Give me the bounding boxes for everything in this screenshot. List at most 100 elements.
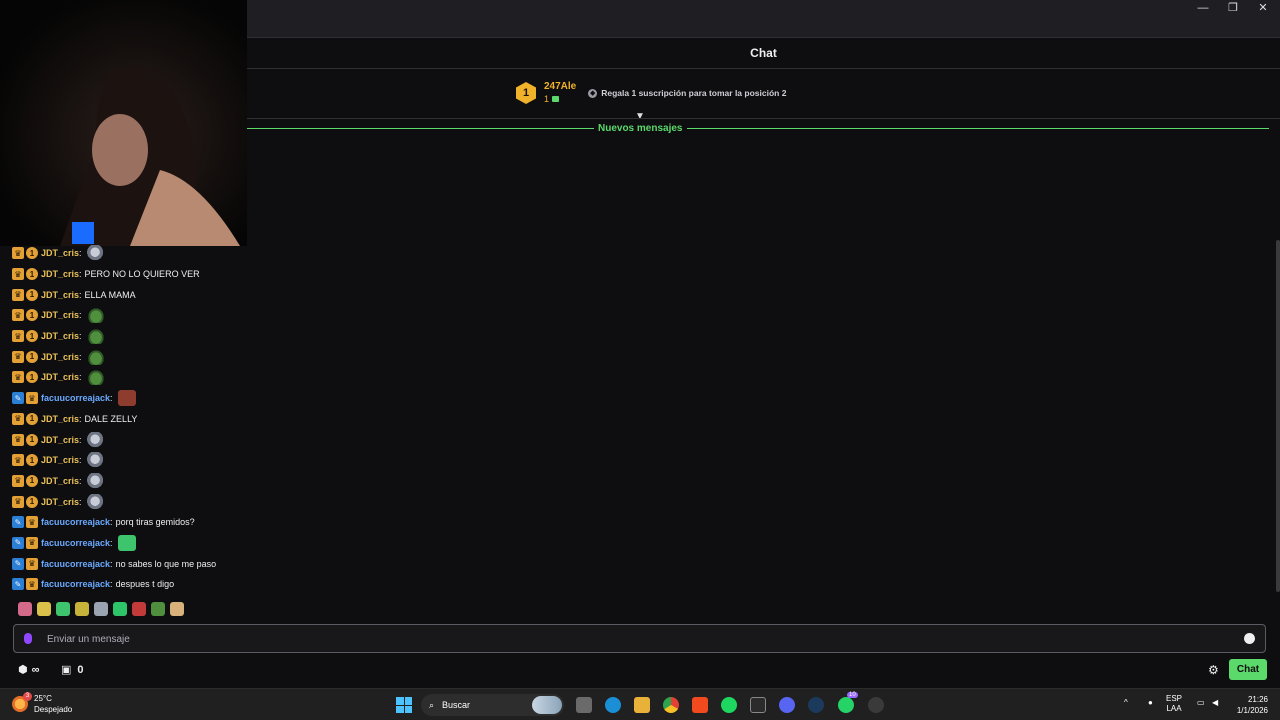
taskbar-search[interactable]: ⌕ Buscar (421, 694, 564, 716)
bits-button[interactable]: ⬢ ∞ (18, 663, 39, 677)
rat-emote-icon[interactable] (86, 472, 105, 489)
crown-badge-icon[interactable]: ♛ (26, 392, 38, 405)
message-username[interactable]: JDT_cris (41, 269, 79, 279)
chat-input[interactable] (47, 630, 1227, 648)
obs-icon[interactable] (868, 697, 884, 713)
quick-emote-icon[interactable] (132, 602, 146, 616)
frog-emote-icon[interactable] (86, 307, 105, 324)
coin-badge-icon[interactable]: 1 (26, 412, 38, 425)
message-username[interactable]: JDT_cris (41, 476, 79, 486)
coin-badge-icon[interactable]: 1 (26, 454, 38, 467)
epic-games-icon[interactable] (750, 697, 766, 713)
microphone-icon[interactable] (24, 633, 32, 644)
steam-icon[interactable] (808, 697, 824, 713)
chrome-icon[interactable] (663, 697, 679, 713)
crown-badge-icon[interactable]: ♛ (12, 371, 24, 384)
volume-icon[interactable]: ◀ (1212, 698, 1218, 708)
task-view-icon[interactable] (576, 697, 592, 713)
tool-badge-icon[interactable]: ✎ (12, 392, 24, 405)
maximize-button[interactable]: ❐ (1218, 0, 1248, 16)
message-username[interactable]: facuucorreajack (41, 517, 110, 527)
message-username[interactable]: JDT_cris (41, 310, 79, 320)
message-username[interactable]: JDT_cris (41, 372, 79, 382)
coin-badge-icon[interactable]: 1 (26, 371, 38, 384)
message-username[interactable]: JDT_cris (41, 435, 79, 445)
chat-settings-gear-icon[interactable]: ⚙ (1208, 663, 1219, 677)
crown-badge-icon[interactable]: ♛ (12, 454, 24, 467)
crown-badge-icon[interactable]: ♛ (12, 268, 24, 281)
face-emote-icon[interactable] (117, 390, 136, 407)
discord-icon[interactable] (779, 697, 795, 713)
tray-chevron-icon[interactable]: ^ (1124, 698, 1128, 708)
quick-emote-icon[interactable] (37, 602, 51, 616)
message-username[interactable]: JDT_cris (41, 352, 79, 362)
tool-badge-icon[interactable]: ✎ (12, 536, 24, 549)
coin-badge-icon[interactable]: 1 (26, 247, 38, 260)
quick-emote-icon[interactable] (94, 602, 108, 616)
coin-badge-icon[interactable]: 1 (26, 288, 38, 301)
quick-emote-icon[interactable] (170, 602, 184, 616)
crown-badge-icon[interactable]: ♛ (26, 516, 38, 529)
crown-badge-icon[interactable]: ♛ (26, 536, 38, 549)
message-username[interactable]: facuucorreajack (41, 559, 110, 569)
message-username[interactable]: JDT_cris (41, 455, 79, 465)
crown-badge-icon[interactable]: ♛ (12, 247, 24, 260)
new-messages-label[interactable]: Nuevos mensajes (594, 122, 687, 135)
quick-emote-icon[interactable] (18, 602, 32, 616)
message-username[interactable]: JDT_cris (41, 497, 79, 507)
coin-badge-icon[interactable]: 1 (26, 268, 38, 281)
tool-badge-icon[interactable]: ✎ (12, 578, 24, 591)
brave-browser-icon[interactable] (692, 697, 708, 713)
message-username[interactable]: JDT_cris (41, 290, 79, 300)
coin-badge-icon[interactable]: 1 (26, 309, 38, 322)
coin-badge-icon[interactable]: 1 (26, 350, 38, 363)
rat-emote-icon[interactable] (86, 431, 105, 448)
quick-emote-icon[interactable] (113, 602, 127, 616)
coin-badge-icon[interactable]: 1 (26, 474, 38, 487)
tool-badge-icon[interactable]: ✎ (12, 516, 24, 529)
channel-points-button[interactable]: ▣ 0 (61, 663, 84, 677)
crown-badge-icon[interactable]: ♛ (12, 433, 24, 446)
message-username[interactable]: facuucorreajack (41, 393, 110, 403)
weather-widget[interactable]: 3 25°C Despejado (12, 692, 72, 715)
file-explorer-icon[interactable] (634, 697, 650, 713)
frog-emote-icon[interactable] (86, 348, 105, 365)
crown-badge-icon[interactable]: ♛ (12, 350, 24, 363)
message-username[interactable]: facuucorreajack (41, 538, 110, 548)
windows-start-icon[interactable] (396, 697, 412, 713)
language-indicator[interactable]: ESP LAA (1166, 694, 1182, 714)
crown-badge-icon[interactable]: ♛ (12, 474, 24, 487)
collapse-chevron-icon[interactable]: ▼ (634, 112, 646, 122)
rat-emote-icon[interactable] (86, 245, 105, 262)
crown-badge-icon[interactable]: ♛ (12, 288, 24, 301)
minimize-button[interactable]: — (1188, 0, 1218, 16)
crown-badge-icon[interactable]: ♛ (12, 495, 24, 508)
green-emote-icon[interactable] (117, 534, 136, 551)
frog-emote-icon[interactable] (86, 369, 105, 386)
edge-browser-icon[interactable] (605, 697, 621, 713)
message-username[interactable]: JDT_cris (41, 248, 79, 258)
message-username[interactable]: JDT_cris (41, 331, 79, 341)
coin-badge-icon[interactable]: 1 (26, 330, 38, 343)
display-tray-icon[interactable]: ▭ (1197, 698, 1205, 708)
spotify-icon[interactable] (721, 697, 737, 713)
quick-emote-icon[interactable] (75, 602, 89, 616)
rat-emote-icon[interactable] (86, 452, 105, 469)
coin-badge-icon[interactable]: 1 (26, 495, 38, 508)
message-username[interactable]: facuucorreajack (41, 579, 110, 589)
chat-scrollbar[interactable] (1276, 240, 1280, 592)
emoji-picker-icon[interactable] (1244, 633, 1255, 644)
quick-emote-icon[interactable] (56, 602, 70, 616)
mic-tray-icon[interactable]: ● (1148, 698, 1153, 708)
rat-emote-icon[interactable] (86, 493, 105, 510)
chat-send-button[interactable]: Chat (1229, 659, 1267, 680)
whatsapp-icon[interactable] (838, 697, 854, 713)
quick-emote-icon[interactable] (151, 602, 165, 616)
coin-badge-icon[interactable]: 1 (26, 433, 38, 446)
crown-badge-icon[interactable]: ♛ (12, 330, 24, 343)
tool-badge-icon[interactable]: ✎ (12, 557, 24, 570)
crown-badge-icon[interactable]: ♛ (26, 578, 38, 591)
leaderboard[interactable]: 1 247Ale 1 ◆ Regala 1 suscripción para t… (516, 78, 786, 108)
gift-prompt[interactable]: ◆ Regala 1 suscripción para tomar la pos… (588, 88, 786, 98)
crown-badge-icon[interactable]: ♛ (12, 412, 24, 425)
